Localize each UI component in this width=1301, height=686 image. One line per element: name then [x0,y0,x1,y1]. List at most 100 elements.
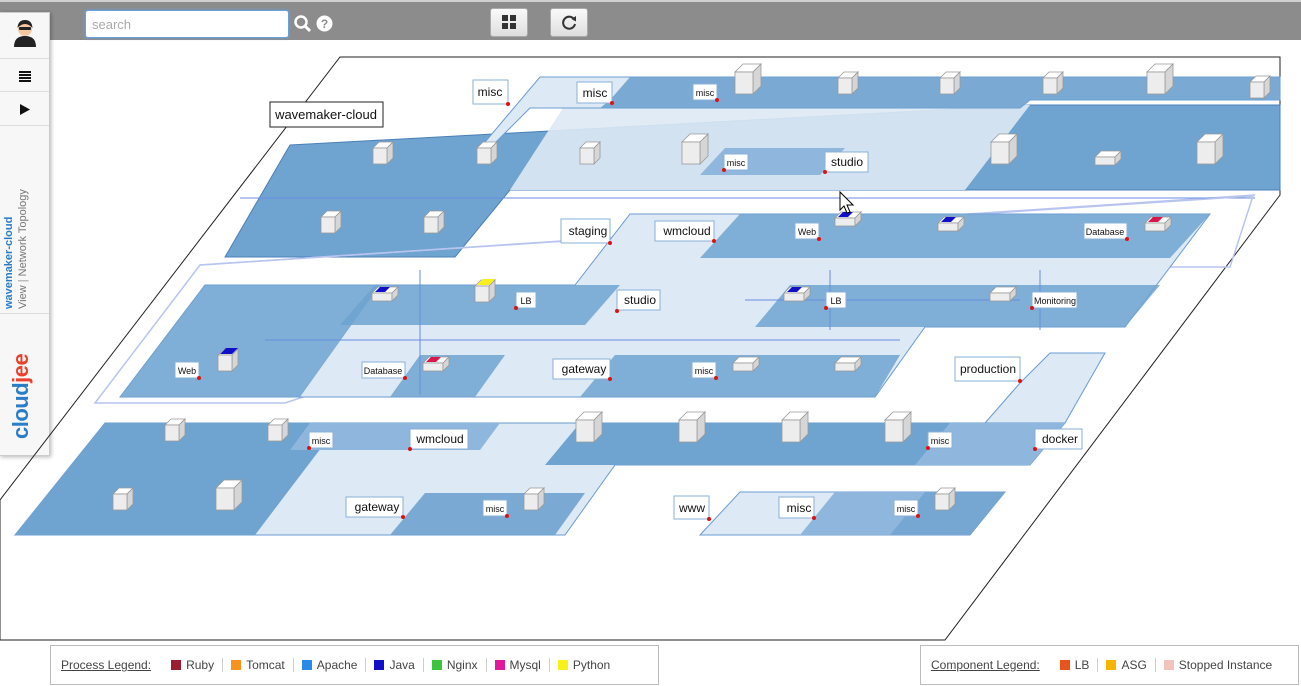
legend-item-tomcat: Tomcat [223,658,294,672]
node-label[interactable]: misc [691,361,718,380]
instance[interactable] [939,71,961,95]
instance[interactable] [575,411,603,443]
refresh-icon [562,15,576,30]
node-label[interactable]: misc [722,153,749,172]
node-label[interactable]: gateway [552,358,612,381]
grid-view-button[interactable] [490,8,528,37]
instance[interactable] [422,356,450,372]
instance[interactable] [112,487,134,511]
instance[interactable] [834,356,862,372]
instance[interactable] [937,216,965,232]
node-label[interactable]: LB [514,291,537,310]
node-label[interactable]: Web [174,361,201,380]
instance[interactable] [1196,133,1224,165]
mysql-swatch [494,660,505,670]
svg-text:docker: docker [1042,432,1078,446]
instance[interactable] [523,487,545,511]
node-label[interactable]: misc [926,431,953,450]
node-label[interactable]: Database [361,361,407,380]
legend-item-java: Java [366,658,424,672]
node-label[interactable]: misc [576,81,614,105]
node-label[interactable]: studio [823,151,869,174]
instance[interactable] [734,63,762,95]
svg-text:studio: studio [831,155,863,169]
instance[interactable] [834,211,862,227]
node-label[interactable]: misc [692,83,719,102]
root-label[interactable]: wavemaker-cloud [269,101,384,128]
node-label[interactable]: LB [824,291,847,310]
cursor-icon [839,190,855,214]
instance[interactable] [783,286,811,302]
node-label[interactable]: studio [615,289,661,313]
node-label[interactable]: Monitoring [1030,291,1078,310]
stopped-instance-swatch [1163,660,1174,670]
svg-text:LB: LB [520,296,531,306]
node-label[interactable]: wmcloud [654,220,716,243]
tomcat-swatch [231,660,242,670]
process-legend-title: Process Legend: [61,658,152,672]
node-label[interactable]: misc [482,499,509,518]
svg-text:misc: misc [478,85,503,99]
svg-text:misc: misc [931,436,950,446]
svg-text:wmcloud: wmcloud [662,224,710,238]
instance[interactable] [423,210,445,234]
node-label[interactable]: misc [893,499,920,518]
instance[interactable] [989,286,1017,302]
instance[interactable] [267,418,289,442]
instance[interactable] [579,141,601,165]
search-icon[interactable] [294,15,312,38]
instance[interactable] [1146,63,1174,95]
instance[interactable] [884,411,912,443]
node-label[interactable]: misc [307,431,334,450]
instance[interactable] [1042,71,1064,95]
instance[interactable] [320,210,342,234]
svg-text:Monitoring: Monitoring [1034,296,1076,306]
svg-text:wavemaker-cloud: wavemaker-cloud [274,107,377,122]
node-label[interactable]: www [673,495,711,521]
search-input[interactable] [85,10,289,38]
node-label[interactable]: misc [472,79,510,106]
instance[interactable] [164,418,186,442]
svg-text:Web: Web [178,366,196,376]
instance[interactable] [678,411,706,443]
network-topology-diagram: wavemaker-cloud misc misc misc studio mi… [0,56,1281,641]
subnet-plane [755,285,1160,327]
ruby-swatch [171,660,182,670]
component-legend-title: Component Legend: [931,658,1040,672]
legend-item-nginx: Nginx [424,658,487,672]
lb-swatch [1059,660,1070,670]
svg-text:misc: misc [486,504,505,514]
instance[interactable] [990,133,1018,165]
node-label[interactable]: docker [1033,428,1083,451]
refresh-button[interactable] [550,8,588,37]
node-label[interactable]: Database [1083,222,1129,241]
instance[interactable] [215,479,243,511]
component-legend: Component Legend: LB ASG Stopped Instanc… [920,645,1299,685]
legend-item-lb: LB [1052,658,1099,672]
instance[interactable] [934,487,956,511]
instance[interactable] [1144,216,1172,232]
instance[interactable] [1249,75,1271,99]
node-label[interactable]: gateway [345,496,405,519]
instance[interactable] [732,356,760,372]
node-label[interactable]: Web [794,222,821,241]
node-label[interactable]: wmcloud [408,428,469,451]
instance[interactable] [681,133,709,165]
instance[interactable] [372,141,394,165]
svg-text:misc: misc [583,86,608,100]
node-label[interactable]: misc [778,496,816,520]
legend-item-stopped-instance: Stopped Instance [1156,658,1280,672]
instance[interactable] [474,279,496,303]
instance[interactable] [781,411,809,443]
instance[interactable] [837,71,859,95]
instance[interactable] [371,286,399,302]
instance[interactable] [476,141,498,165]
svg-text:production: production [960,362,1016,376]
instance[interactable] [1094,150,1122,166]
node-label[interactable]: production [954,356,1022,383]
instance[interactable] [217,348,239,372]
node-label[interactable]: staging [560,218,612,245]
help-icon[interactable]: ? [316,15,333,37]
legend-item-ruby: Ruby [163,658,224,672]
java-swatch [374,660,385,670]
